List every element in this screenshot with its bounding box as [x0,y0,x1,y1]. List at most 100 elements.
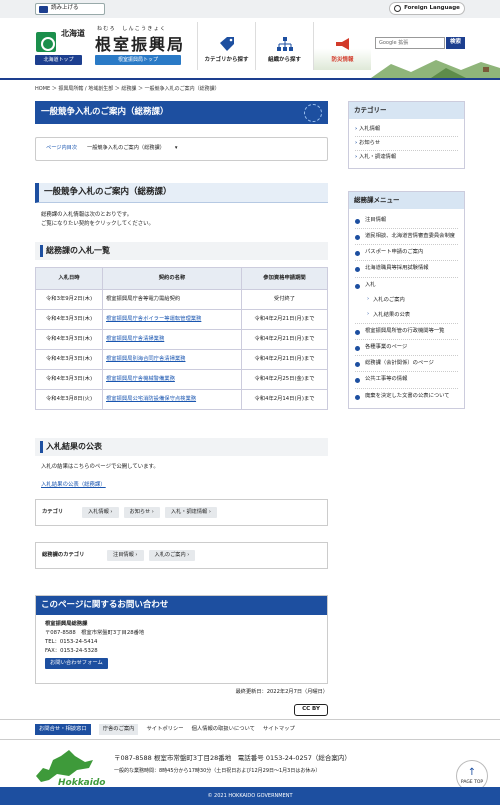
nav-disaster-label: 防災情報 [331,56,354,63]
sidebar-menu-item[interactable]: 根室振興局所管の行政機関等一覧 [355,324,458,341]
sidebar-category-heading: カテゴリー [349,102,464,119]
contract-link[interactable]: 根室振興局庁舎機械警備業務 [106,376,175,382]
sidebar-menu-item[interactable]: 公共工事等の情報 [355,372,458,389]
bid-date: 令和4年3月3日(木) [35,309,103,330]
foreign-language-button[interactable]: Foreign Language [389,2,465,15]
category-tag[interactable]: 入札情報 [82,506,119,518]
list-heading: 総務課の入札一覧 [35,242,328,260]
toc-item-link[interactable]: 一般競争入札のご案内（総務課） [87,145,165,152]
sidebar-menu-item[interactable]: パスポート申請のご案内 [355,245,458,262]
sidebar-menu-item[interactable]: 道民相談、北海道苦情審査委員会制度 [355,229,458,246]
sidebar-category-item[interactable]: 入札・調達情報 [355,151,458,164]
dept-category-tag[interactable]: 入札のご案内 [148,549,196,561]
footer-link-sitemap[interactable]: サイトマップ [263,726,295,733]
results-text: 入札の結果はこちらのページで公開しています。 [41,464,159,470]
col-date: 入札日時 [35,267,103,290]
dept-category-tag[interactable]: 注目情報 [107,549,144,561]
sidebar-menu: 総務課メニュー 注目情報 道民相談、北海道苦情審査委員会制度 パスポート申請のご… [348,191,465,409]
apply-period: 令和4年2月21日(月)まで [241,329,328,350]
contact-fax: FAX：0153-24-5328 [45,648,98,654]
search-button[interactable]: 検索 [446,37,465,49]
prefecture-name: 北海道 [61,29,85,38]
contract-link[interactable]: 根室振興局別海合同庁舎清掃業務 [106,356,185,362]
results-link[interactable]: 入札結果の公表（総務課） [41,482,106,489]
results-heading: 入札結果の公表 [35,438,328,456]
globe-icon [394,5,402,12]
dept-category-box: 総務課のカテゴリ 注目情報 入札のご案内 [35,542,328,569]
arrow-up-icon: ↑ [467,767,477,779]
bid-date: 令和4年3月3日(木) [35,349,103,370]
footer-links-bar: お問合せ・相談窓口 庁舎のご案内 サイトポリシー 個人情報の取扱いについて サイ… [0,719,500,739]
page-top-label: PAGE TOP [460,779,484,785]
sidebar-menu-item[interactable]: 北海道職員等採用試験情報 [355,261,458,278]
col-period: 参加資格申請期間 [241,267,328,290]
apply-period: 令和4年2月21日(月)まで [241,349,328,370]
copyright: © 2021 HOKKAIDO GOVERNMENT [0,787,500,805]
contact-form-button[interactable]: お問い合わせフォーム [45,658,108,669]
toc-label: ページ内目次 [46,145,78,152]
bureau-ruby: ねむろ しんこうきょく [97,26,167,32]
nav-organization-label: 組織から探す [267,56,301,63]
cc-license-badge[interactable]: CC BY [294,704,328,716]
sidebar-category-item[interactable]: 入札情報 [355,123,458,138]
footer-contact-button[interactable]: お問合せ・相談窓口 [35,723,91,736]
sidebar-menu-item[interactable]: 総務課（会計関係）のページ [355,356,458,373]
header-divider [0,78,500,80]
table-row: 令和4年3月3日(木) 根室振興局庁舎機械警備業務 令和4年2月25日(金)まで [35,369,328,390]
sidebar-menu-heading: 総務課メニュー [349,192,464,209]
readaloud-label: 読み上げる [51,5,79,12]
sidebar-category-item[interactable]: お知らせ [355,137,458,152]
intro-text-2: ご覧になりたい契約をクリックしてください。 [41,221,154,227]
chevron-down-icon: ▾ [174,145,178,152]
hokkaido-emblem-icon [36,32,56,52]
contract-link[interactable]: 根室振興局公宅消防設備保守点検業務 [106,396,196,402]
footer-link-policy[interactable]: サイトポリシー [146,726,183,733]
footer-link-privacy[interactable]: 個人情報の取扱いについて [192,726,255,733]
nav-category[interactable]: カテゴリから探す [197,22,255,70]
dept-category-label: 総務課のカテゴリ [42,551,85,558]
nav-disaster[interactable]: 防災情報 [313,22,371,70]
apply-period: 受付終了 [241,289,328,310]
bid-date: 令和4年3月3日(木) [35,329,103,350]
sidebar-menu-item[interactable]: 注目情報 [355,213,458,230]
breadcrumb[interactable]: HOME ＞ 振興局所轄 / 地域創生部 ＞ 総務課 ＞ 一般競争入札のご案内（… [35,86,220,93]
readaloud-button[interactable]: 読み上げる [35,3,105,15]
contact-box: このページに関するお問い合わせ 根室振興局総務課 〒087-8588 根室市常盤… [35,595,328,684]
megaphone-icon [335,37,349,50]
nav-category-label: カテゴリから探す [204,56,249,63]
sidebar-menu-item[interactable]: 各種事業のページ [355,340,458,357]
tag-icon [219,36,234,51]
sidebar-submenu-item[interactable]: 入札結果の公表 [355,308,458,324]
bid-table: 入札日時 契約の名称 参加資格申請期間 令和3年9月2日(木) 根室振興局庁舎等電… [35,267,328,410]
table-row: 令和4年3月3日(木) 根室振興局別海合同庁舎清掃業務 令和4年2月21日(月)まで [35,349,328,370]
landscape-illustration [371,60,500,78]
category-tag[interactable]: お知らせ [123,506,160,518]
search-input[interactable]: Google 拡張 [375,37,445,49]
footer-hours: 一般的な業務時間：8時45分から17時30分（土日祝日および12月29日～1月3… [114,768,321,774]
contract-link[interactable]: 根室振興局庁舎ボイラー等運転管理業務 [106,316,201,322]
foreign-language-label: Foreign Language [404,4,460,11]
col-contract: 契約の名称 [102,267,242,290]
nav-organization[interactable]: 組織から探す [255,22,313,70]
snowflake-icon [304,104,322,122]
contract-name: 根室振興局庁舎等電力需給契約 [102,289,242,310]
page-title-text: 一般競争入札のご案内（総務課） [41,106,169,117]
sidebar-menu-item[interactable]: 入札 [355,278,458,293]
apply-period: 令和4年2月25日(金)まで [241,369,328,390]
sidebar-menu-item[interactable]: 廃棄を決定した文書の公表について [355,389,458,404]
bid-date: 令和4年3月8日(火) [35,389,103,410]
table-row: 令和4年3月3日(木) 根室振興局庁舎清掃業務 令和4年2月21日(月)まで [35,329,328,350]
apply-period: 令和4年2月21日(月)まで [241,309,328,330]
bureau-top-link[interactable]: 根室振興局トップ [95,55,181,65]
table-row: 令和4年3月8日(火) 根室振興局公宅消防設備保守点検業務 令和4年2月14日(月)… [35,389,328,410]
sidebar-submenu-item[interactable]: 入札のご案内 [355,293,458,308]
hokkaido-top-link[interactable]: 北海道トップ [35,55,82,65]
sidebar-categories: カテゴリー 入札情報 お知らせ 入札・調達情報 [348,101,465,170]
bureau-name[interactable]: 根室振興局 [95,34,185,56]
apply-period: 令和4年2月14日(月)まで [241,389,328,410]
contract-link[interactable]: 根室振興局庁舎清掃業務 [106,336,164,342]
footer-office-button[interactable]: 庁舎のご案内 [98,723,139,736]
contact-tel: TEL：0153-24-5414 [45,639,98,645]
category-label: カテゴリ [42,508,64,515]
category-tag[interactable]: 入札・調達情報 [164,506,217,518]
